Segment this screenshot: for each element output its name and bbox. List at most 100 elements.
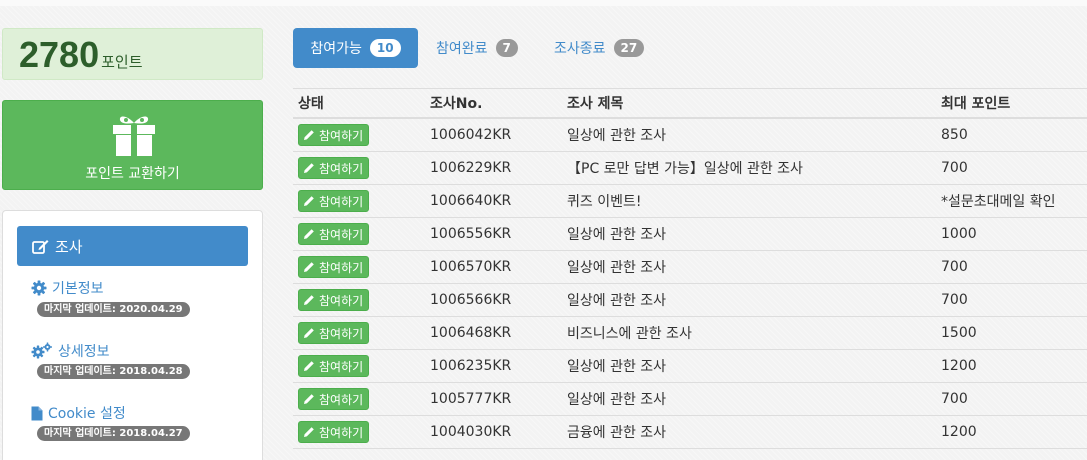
gear-icon	[31, 280, 47, 296]
survey-title: 【PC 로만 답변 가능】일상에 관한 조사	[567, 161, 803, 177]
menu-item-basic-info[interactable]: 기본정보	[31, 278, 104, 298]
survey-no: 1006042KR	[430, 127, 512, 143]
status-cell: 참여하기	[298, 218, 370, 250]
tab-closed[interactable]: 조사종료 27	[554, 28, 645, 68]
join-button-label: 참여하기	[319, 293, 364, 308]
survey-no: 1006566KR	[430, 292, 512, 308]
exchange-points-button[interactable]: 포인트 교환하기	[2, 100, 263, 190]
survey-title: 일상에 관한 조사	[567, 128, 667, 144]
join-survey-button[interactable]: 참여하기	[298, 190, 370, 212]
points-unit: 포인트	[101, 53, 143, 71]
max-points: *설문초대메일 확인	[941, 194, 1056, 210]
survey-title: 일상에 관한 조사	[567, 260, 667, 276]
detail-info-updated-badge: 마지막 업데이트: 2018.04.28	[37, 364, 190, 379]
table-row: 참여하기 1006640KR 퀴즈 이벤트! *설문초대메일 확인	[293, 185, 1087, 218]
status-cell: 참여하기	[298, 416, 370, 448]
gift-icon	[113, 116, 155, 156]
header-max-points: 최대 포인트	[941, 96, 1011, 112]
menu-detail-info-label: 상세정보	[58, 344, 110, 360]
menu-basic-info-label: 기본정보	[52, 281, 104, 297]
tab-closed-label: 조사종료	[554, 41, 606, 57]
join-survey-button[interactable]: 참여하기	[298, 223, 370, 245]
pencil-icon	[304, 130, 314, 140]
max-points: 1200	[941, 358, 977, 374]
max-points: 700	[941, 391, 968, 407]
survey-page: 2780 포인트 포인트 교환하기 조사 기본정보 마지막 업데이트: 2020…	[0, 0, 1087, 460]
join-button-label: 참여하기	[319, 227, 364, 242]
points-summary: 2780 포인트	[2, 28, 263, 80]
tab-completed[interactable]: 참여완료 7	[436, 28, 518, 68]
join-survey-button[interactable]: 참여하기	[298, 388, 370, 410]
pencil-icon	[304, 163, 314, 173]
join-survey-button[interactable]: 참여하기	[298, 421, 370, 443]
status-cell: 참여하기	[298, 383, 370, 415]
join-button-label: 참여하기	[319, 128, 364, 143]
menu-item-survey[interactable]: 조사	[17, 226, 248, 266]
max-points: 1000	[941, 226, 977, 242]
top-strip	[0, 0, 1087, 6]
header-status: 상태	[298, 96, 324, 112]
join-survey-button[interactable]: 참여하기	[298, 289, 370, 311]
cookie-updated-badge: 마지막 업데이트: 2018.04.27	[37, 426, 190, 441]
max-points: 1200	[941, 424, 977, 440]
pencil-icon	[304, 427, 314, 437]
status-cell: 참여하기	[298, 284, 370, 316]
survey-title: 비즈니스에 관한 조사	[567, 326, 692, 342]
tab-completed-count: 7	[495, 39, 518, 57]
max-points: 700	[941, 160, 968, 176]
pencil-icon	[304, 262, 314, 272]
join-button-label: 참여하기	[319, 194, 364, 209]
survey-title: 퀴즈 이벤트!	[567, 194, 642, 210]
join-button-label: 참여하기	[319, 161, 364, 176]
survey-no: 1006235KR	[430, 358, 512, 374]
table-row: 참여하기 1004030KR 금융에 관한 조사 1200	[293, 416, 1087, 449]
join-survey-button[interactable]: 참여하기	[298, 256, 370, 278]
pencil-icon	[304, 394, 314, 404]
survey-no: 1005777KR	[430, 391, 512, 407]
tab-closed-count: 27	[613, 39, 645, 57]
menu-item-cookie-settings[interactable]: Cookie 설정	[31, 403, 126, 423]
status-cell: 참여하기	[298, 152, 370, 184]
points-value: 2780	[19, 34, 100, 75]
pencil-icon	[304, 295, 314, 305]
max-points: 700	[941, 259, 968, 275]
header-survey-no: 조사No.	[430, 96, 483, 112]
join-button-label: 참여하기	[319, 359, 364, 374]
basic-info-updated-badge: 마지막 업데이트: 2020.04.29	[37, 302, 190, 317]
survey-no: 1004030KR	[430, 424, 512, 440]
max-points: 850	[941, 127, 968, 143]
join-button-label: 참여하기	[319, 425, 364, 440]
menu-item-detail-info[interactable]: 상세정보	[31, 341, 110, 361]
pencil-icon	[304, 328, 314, 338]
join-survey-button[interactable]: 참여하기	[298, 355, 370, 377]
tab-available-count: 10	[369, 39, 401, 57]
pencil-icon	[304, 196, 314, 206]
pencil-icon	[304, 361, 314, 371]
join-button-label: 참여하기	[319, 326, 364, 341]
status-cell: 참여하기	[298, 185, 370, 217]
join-button-label: 참여하기	[319, 260, 364, 275]
side-menu: 조사 기본정보 마지막 업데이트: 2020.04.29 상세정보 마지막 업데…	[2, 210, 263, 460]
survey-title: 일상에 관한 조사	[567, 293, 667, 309]
join-survey-button[interactable]: 참여하기	[298, 157, 370, 179]
status-cell: 참여하기	[298, 317, 370, 349]
join-survey-button[interactable]: 참여하기	[298, 124, 370, 146]
menu-survey-label: 조사	[55, 237, 83, 256]
status-cell: 참여하기	[298, 251, 370, 283]
survey-title: 일상에 관한 조사	[567, 227, 667, 243]
table-row: 참여하기 1006042KR 일상에 관한 조사 850	[293, 119, 1087, 152]
join-button-label: 참여하기	[319, 392, 364, 407]
exchange-label: 포인트 교환하기	[85, 166, 180, 182]
table-row: 참여하기 1006229KR 【PC 로만 답변 가능】일상에 관한 조사 70…	[293, 152, 1087, 185]
header-survey-title: 조사 제목	[567, 96, 624, 112]
tab-available[interactable]: 참여가능 10	[293, 28, 418, 68]
survey-no: 1006229KR	[430, 160, 512, 176]
max-points: 700	[941, 292, 968, 308]
survey-table: 상태 조사No. 조사 제목 최대 포인트 참여하기 1006042KR 일상에…	[293, 88, 1087, 449]
table-row: 참여하기 1005777KR 일상에 관한 조사 700	[293, 383, 1087, 416]
table-row: 참여하기 1006235KR 일상에 관한 조사 1200	[293, 350, 1087, 383]
table-row: 참여하기 1006570KR 일상에 관한 조사 700	[293, 251, 1087, 284]
join-survey-button[interactable]: 참여하기	[298, 322, 370, 344]
file-icon	[31, 406, 43, 420]
tab-completed-label: 참여완료	[436, 41, 488, 57]
